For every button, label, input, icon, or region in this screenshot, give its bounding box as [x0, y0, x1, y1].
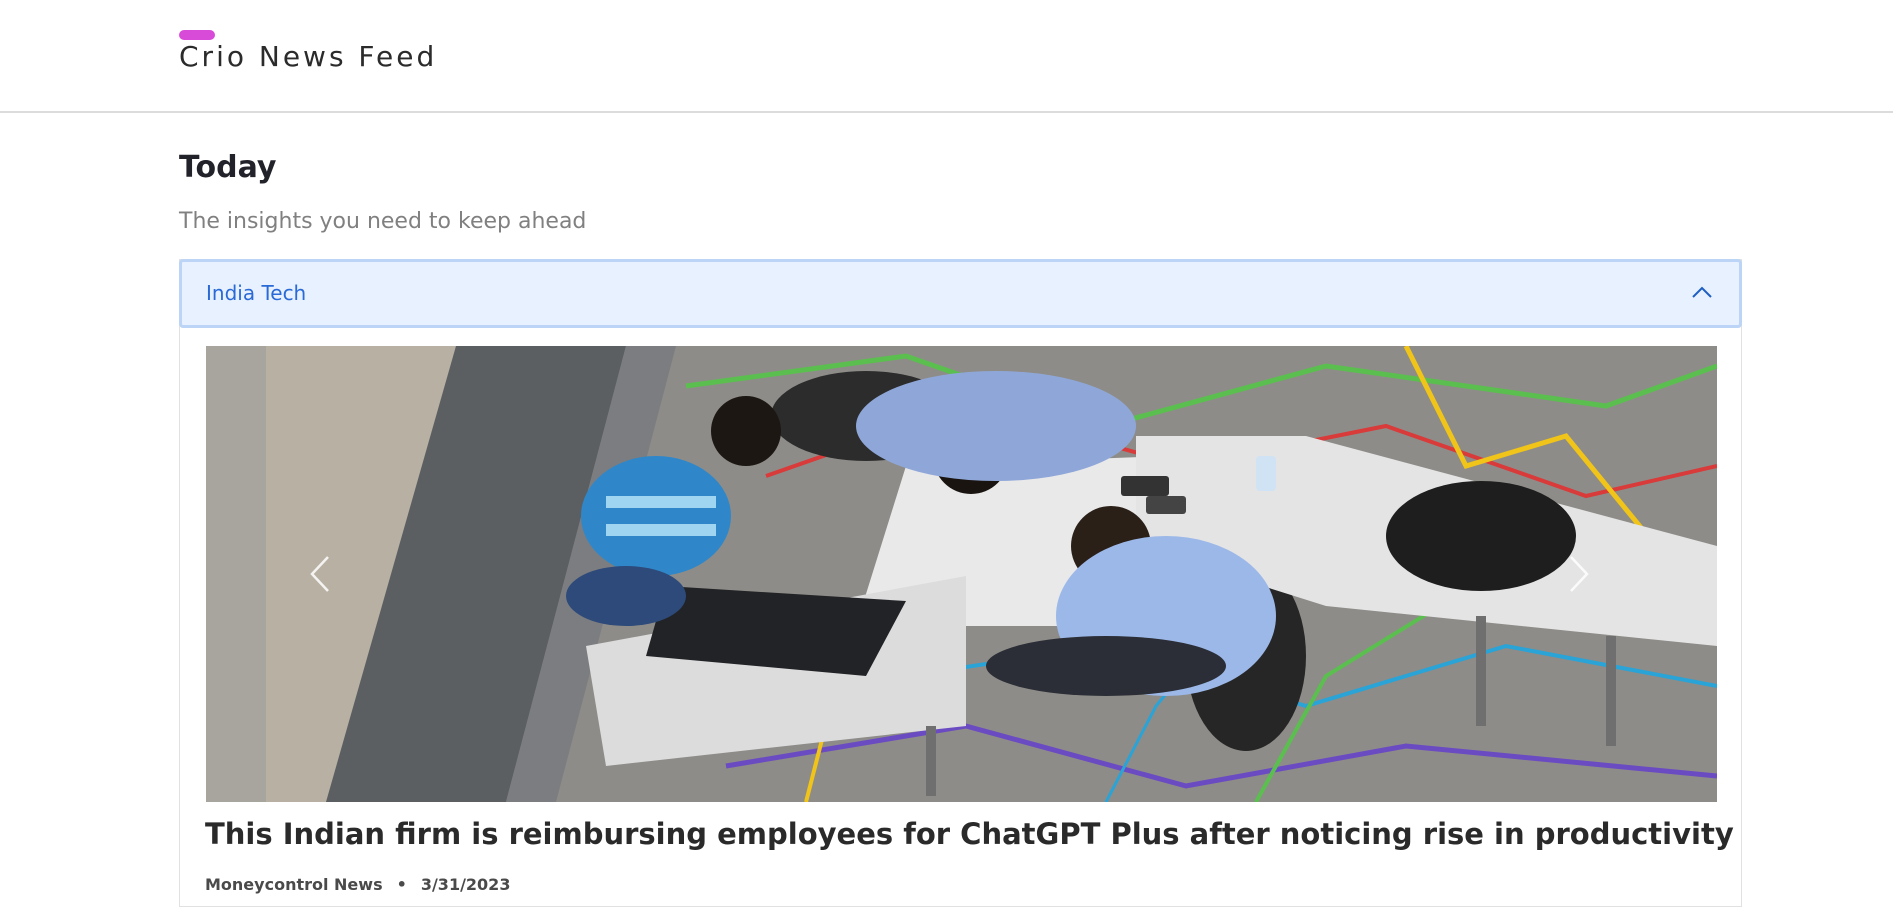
brand-accent-bar	[179, 30, 215, 40]
chevron-up-icon[interactable]	[1689, 280, 1715, 306]
page-subtitle: The insights you need to keep ahead	[179, 209, 587, 234]
navbar: Crio News Feed	[0, 0, 1893, 113]
news-carousel	[206, 346, 1717, 802]
article-title[interactable]: This Indian firm is reimbursing employee…	[205, 817, 1734, 851]
accordion-header-india-tech[interactable]: India Tech	[179, 259, 1742, 328]
article-date: 3/31/2023	[420, 875, 511, 894]
news-accordion: India Tech	[179, 259, 1742, 907]
meta-separator: •	[396, 875, 407, 894]
page-title: Today	[179, 150, 277, 185]
article-image[interactable]	[206, 346, 1717, 802]
article-meta: Moneycontrol News • 3/31/2023	[205, 875, 510, 894]
brand-title[interactable]: Crio News Feed	[179, 40, 437, 73]
article-source: Moneycontrol News	[205, 875, 383, 894]
accordion-label: India Tech	[206, 281, 307, 305]
chevron-right-icon[interactable]	[1557, 549, 1597, 599]
chevron-left-icon[interactable]	[302, 549, 342, 599]
